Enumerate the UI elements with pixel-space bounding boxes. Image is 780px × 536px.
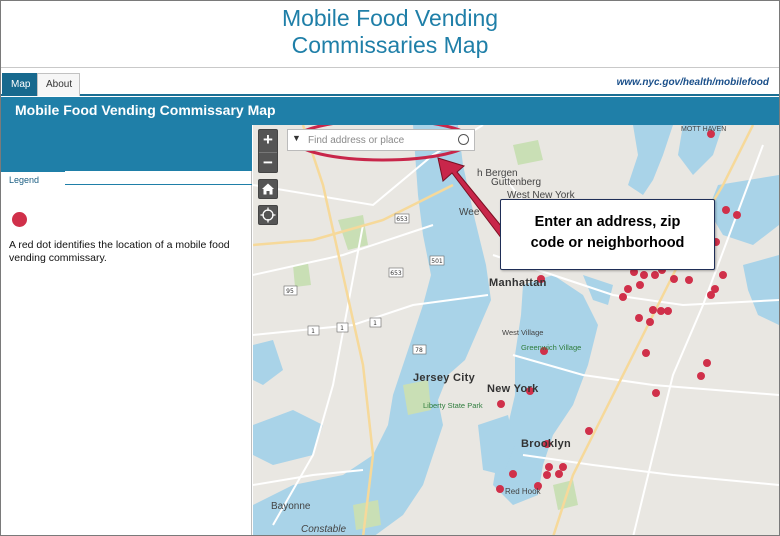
- shield-label: 653: [390, 270, 402, 277]
- marker[interactable]: [652, 389, 660, 397]
- marker[interactable]: [707, 291, 715, 299]
- tab-map[interactable]: Map: [2, 73, 40, 96]
- map-label-guttenberg: Guttenberg: [491, 177, 542, 188]
- map-label-manhattan: Manhattan: [489, 277, 547, 289]
- marker[interactable]: [559, 463, 567, 471]
- marker[interactable]: [722, 206, 730, 214]
- marker[interactable]: [685, 276, 693, 284]
- marker[interactable]: [642, 349, 650, 357]
- map-view[interactable]: 653 501 95 653 1 1 1 78 h Bergen Guttenb…: [253, 125, 779, 535]
- instruction-callout: Enter an address, zip code or neighborho…: [500, 199, 715, 270]
- tab-about[interactable]: About: [37, 73, 80, 96]
- marker[interactable]: [497, 400, 505, 408]
- shield-78: 78: [412, 344, 427, 355]
- shield-1b: 1: [336, 322, 349, 333]
- marker[interactable]: [496, 485, 504, 493]
- map-label-greenwich-village: Greenwich Village: [521, 343, 582, 352]
- shield-label: 78: [415, 347, 423, 354]
- marker[interactable]: [636, 281, 644, 289]
- page-title-line2: Commissaries Map: [291, 32, 489, 58]
- marker[interactable]: [670, 275, 678, 283]
- search-icon[interactable]: [458, 134, 469, 145]
- callout-line2: code or neighborhood: [530, 235, 685, 251]
- map-label-mott-haven: MOTT HAVEN: [681, 126, 727, 133]
- window-frame: Mobile Food Vending Commissaries Map Map…: [0, 0, 780, 536]
- marker[interactable]: [624, 285, 632, 293]
- zoom-control: + −: [258, 129, 278, 173]
- app-banner: Mobile Food Vending Commissary Map: [1, 97, 779, 125]
- shield-label: 1: [373, 320, 377, 327]
- search-box: ▼: [287, 129, 475, 151]
- shield-501: 501: [429, 255, 445, 266]
- shield-label: 1: [311, 328, 315, 335]
- map-label-brooklyn: Brooklyn: [521, 438, 572, 450]
- marker[interactable]: [543, 471, 551, 479]
- shield-label: 1: [340, 325, 344, 332]
- map-label-liberty-state-park: Liberty State Park: [423, 401, 483, 410]
- sidebar-header: [1, 125, 252, 171]
- shield-653b: 653: [388, 267, 404, 278]
- zoom-out-button[interactable]: −: [259, 152, 277, 173]
- home-icon: [262, 183, 274, 195]
- locate-icon: [260, 207, 276, 223]
- legend-tab[interactable]: Legend: [1, 171, 65, 185]
- home-button[interactable]: [258, 179, 278, 199]
- map-label-west-village: West Village: [502, 328, 544, 337]
- marker[interactable]: [703, 359, 711, 367]
- search-input[interactable]: [308, 131, 450, 149]
- marker[interactable]: [585, 427, 593, 435]
- zoom-in-button[interactable]: +: [259, 130, 277, 151]
- map-label-constable: Constable: [301, 524, 347, 535]
- legend-description: A red dot identifies the location of a m…: [9, 239, 230, 264]
- tab-bar: Map About www.nyc.gov/health/mobilefood: [1, 72, 779, 96]
- sidebar: Legend A red dot identifies the location…: [1, 125, 252, 535]
- marker[interactable]: [635, 314, 643, 322]
- marker[interactable]: [697, 372, 705, 380]
- marker[interactable]: [509, 470, 517, 478]
- marker[interactable]: [733, 211, 741, 219]
- legend-red-dot-icon: [12, 212, 27, 227]
- title-divider: [1, 67, 779, 68]
- map-label-bayonne: Bayonne: [271, 501, 311, 512]
- shield-label: 653: [396, 216, 408, 223]
- page-title-line1: Mobile Food Vending: [281, 5, 499, 31]
- legend-tab-strip: Legend: [1, 171, 252, 185]
- shield-label: 501: [431, 258, 443, 265]
- shield-1a: 1: [307, 325, 320, 336]
- callout-text: Enter an address, zip code or neighborho…: [501, 212, 714, 254]
- marker[interactable]: [664, 307, 672, 315]
- marker[interactable]: [545, 463, 553, 471]
- marker[interactable]: [619, 293, 627, 301]
- app-title: Mobile Food Vending Commissary Map: [15, 102, 276, 118]
- callout-line1: Enter an address, zip: [534, 214, 681, 230]
- locate-button[interactable]: [258, 205, 278, 225]
- marker[interactable]: [646, 318, 654, 326]
- marker[interactable]: [555, 470, 563, 478]
- marker[interactable]: [651, 271, 659, 279]
- shield-1c: 1: [369, 317, 382, 328]
- map-label-weehawken: Wee: [459, 207, 480, 218]
- marker[interactable]: [657, 307, 665, 315]
- map-label-new-york: New York: [487, 383, 539, 395]
- marker[interactable]: [719, 271, 727, 279]
- shield-95: 95: [283, 285, 298, 296]
- page-title: Mobile Food Vending Commissaries Map: [1, 5, 779, 59]
- legend-tab-label: Legend: [9, 175, 40, 185]
- marker[interactable]: [649, 306, 657, 314]
- marker[interactable]: [640, 271, 648, 279]
- map-label-red-hook: Red Hook: [505, 487, 541, 496]
- search-source-dropdown-icon[interactable]: ▼: [292, 133, 301, 143]
- site-link[interactable]: www.nyc.gov/health/mobilefood: [617, 77, 769, 88]
- shield-653a: 653: [394, 213, 410, 224]
- shield-label: 95: [286, 288, 294, 295]
- map-label-jersey-city: Jersey City: [413, 372, 476, 384]
